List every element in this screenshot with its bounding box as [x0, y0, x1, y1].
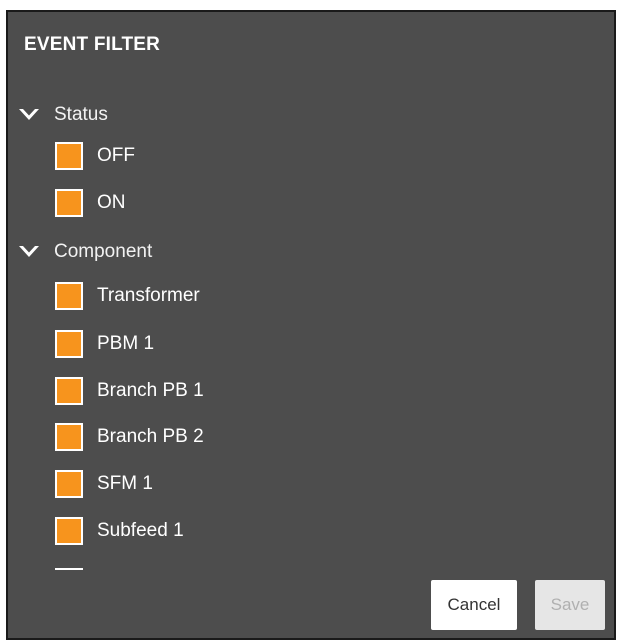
filter-item-label: ON — [97, 192, 126, 213]
checkbox-checked-icon[interactable] — [55, 470, 83, 498]
filter-item-label: OFF — [97, 145, 135, 166]
filter-item-label: Subfeed 1 — [97, 520, 184, 541]
filter-item-pbm-1[interactable]: PBM 1 — [55, 330, 154, 358]
filter-item-branch-pb-1[interactable]: Branch PB 1 — [55, 377, 204, 405]
checkbox-checked-icon[interactable] — [55, 423, 83, 451]
group-header-status[interactable]: Status — [18, 104, 108, 126]
filter-item-label: Branch PB 1 — [97, 380, 204, 401]
checkbox-checked-icon[interactable] — [55, 189, 83, 217]
filter-item-on[interactable]: ON — [55, 189, 126, 217]
checkbox-checked-icon[interactable] — [55, 330, 83, 358]
filter-item-off[interactable]: OFF — [55, 142, 135, 170]
save-button[interactable]: Save — [535, 580, 605, 630]
filter-item-subfeed-1[interactable]: Subfeed 1 — [55, 517, 184, 545]
chevron-down-icon[interactable] — [18, 244, 40, 260]
filter-item-label: Branch PB 2 — [97, 426, 204, 447]
filter-item-label: PBM 1 — [97, 333, 155, 354]
checkbox-checked-icon[interactable] — [55, 517, 83, 545]
filter-item-label: Transformer — [97, 285, 200, 306]
group-header-component[interactable]: Component — [18, 241, 152, 263]
checkbox-checked-icon[interactable] — [55, 282, 83, 310]
checkbox-checked-icon[interactable] — [55, 377, 83, 405]
filter-item-sfm-1[interactable]: SFM 1 — [55, 470, 153, 498]
filter-item-label: SFM 1 — [97, 473, 153, 494]
cancel-button[interactable]: Cancel — [431, 580, 517, 630]
checkbox-checked-icon[interactable] — [55, 142, 83, 170]
filter-item-branch-pb-2[interactable]: Branch PB 2 — [55, 423, 204, 451]
filter-item-transformer[interactable]: Transformer — [55, 282, 200, 310]
event-filter-panel: EVENT FILTER Status OFF ON Component Tra… — [6, 10, 616, 640]
group-label-component: Component — [54, 241, 153, 262]
chevron-down-icon[interactable] — [18, 107, 40, 123]
group-label-status: Status — [54, 104, 108, 125]
dialog-title: EVENT FILTER — [24, 34, 161, 55]
next-checkbox-partial — [55, 568, 83, 570]
